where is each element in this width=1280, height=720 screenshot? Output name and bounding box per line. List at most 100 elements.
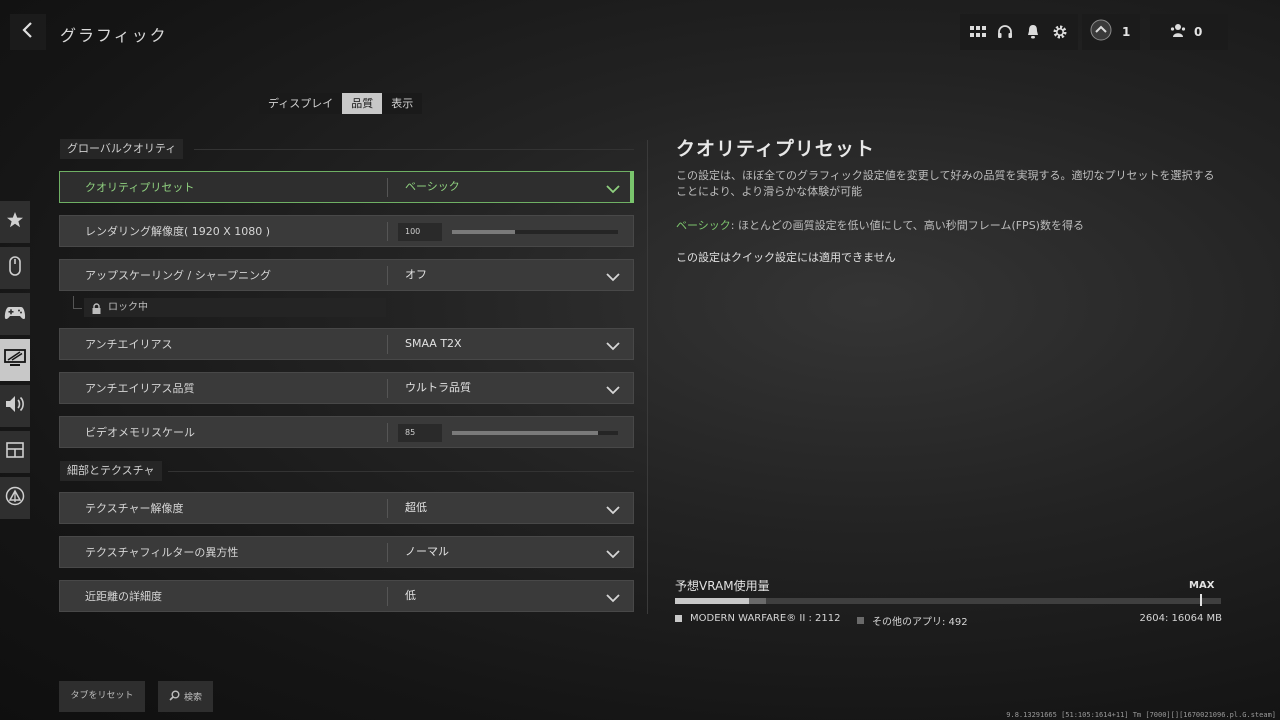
friends-widget[interactable]: 0 [1150, 14, 1228, 50]
setting-video-memory-scale[interactable]: ビデオメモリスケール 85 [59, 416, 634, 448]
section-divider [168, 471, 634, 472]
tab-quality[interactable]: 品質 [342, 93, 383, 114]
preset-text: : ほとんどの画質設定を低い値にして、高い秒間フレーム(FPS)数を得る [730, 219, 1084, 232]
setting-value: 低 [405, 589, 416, 602]
vram-label: 予想VRAM使用量 [675, 579, 770, 593]
render-resolution-slider[interactable] [452, 230, 618, 234]
row-divider [387, 379, 388, 398]
sidebar-item-favorites[interactable] [0, 201, 30, 243]
setting-value: ベーシック [405, 180, 460, 193]
setting-texture-resolution[interactable]: テクスチャー解像度 超低 [59, 492, 634, 524]
selection-accent [630, 171, 634, 203]
setting-value: 超低 [405, 501, 427, 514]
setting-upscaling-sharpening[interactable]: アップスケーリング / シャープニング オフ [59, 259, 634, 291]
setting-label: アンチエイリアス品質 [85, 382, 195, 395]
row-divider [387, 266, 388, 285]
monitor-icon [4, 349, 26, 371]
search-button[interactable]: 検索 [158, 681, 213, 712]
friends-count: 0 [1194, 25, 1203, 39]
setting-anti-aliasing[interactable]: アンチエイリアス SMAA T2X [59, 328, 634, 360]
slider-fill [452, 230, 516, 234]
mouse-icon [9, 256, 21, 280]
row-divider [387, 335, 388, 354]
sidebar-item-network[interactable] [0, 477, 30, 519]
page-title: グラフィック [60, 26, 168, 45]
section-header-global-quality: グローバルクオリティ [60, 139, 634, 159]
sidebar-item-interface[interactable] [0, 431, 30, 473]
chevron-down-icon [605, 337, 621, 351]
legend-label: MODERN WARFARE® II : 2112 [690, 613, 841, 624]
legend-swatch [857, 617, 864, 624]
setting-quality-preset[interactable]: クオリティプリセット ベーシック [59, 171, 634, 203]
network-icon [5, 486, 25, 510]
tab-display[interactable]: ディスプレイ [259, 93, 342, 114]
setting-label: 近距離の詳細度 [85, 590, 162, 603]
panel-divider [647, 140, 648, 614]
slider-value-input[interactable]: 85 [398, 424, 442, 442]
vram-max-marker [1200, 594, 1202, 606]
setting-label: レンダリング解像度( 1920 X 1080 ) [85, 225, 271, 238]
star-icon [6, 211, 24, 233]
gamepad-icon [4, 305, 26, 324]
setting-anti-aliasing-quality[interactable]: アンチエイリアス品質 ウルトラ品質 [59, 372, 634, 404]
friends-icon [1170, 22, 1186, 42]
chevron-down-icon [605, 589, 621, 603]
legend-label: その他のアプリ: 492 [872, 617, 968, 628]
vram-bar-other [749, 598, 767, 604]
grid-apps-icon[interactable] [967, 21, 989, 43]
lock-icon [92, 302, 101, 321]
quick-settings-note: この設定はクイック設定には適用できません [676, 251, 896, 264]
row-divider [387, 543, 388, 562]
sidebar-item-graphics[interactable] [0, 339, 30, 381]
setting-value: オフ [405, 268, 427, 281]
setting-label: ビデオメモリスケール [85, 426, 195, 439]
row-divider [387, 499, 388, 518]
row-divider [387, 423, 388, 442]
legend-swatch [675, 615, 682, 622]
row-divider [387, 222, 388, 241]
chevron-down-icon [605, 268, 621, 282]
preset-description: ベーシック: ほとんどの画質設定を低い値にして、高い秒間フレーム(FPS)数を得… [676, 217, 1084, 233]
section-divider [194, 149, 634, 150]
interface-icon [6, 442, 24, 462]
row-divider [387, 587, 388, 606]
vram-legend-other: その他のアプリ: 492 [857, 613, 968, 628]
vram-legend-mw: MODERN WARFARE® II : 2112 [675, 613, 840, 624]
search-icon [169, 690, 180, 704]
section-title: グローバルクオリティ [60, 139, 184, 159]
rank-widget[interactable]: 1 [1082, 14, 1140, 50]
gear-icon[interactable] [1049, 21, 1071, 43]
setting-value: ノーマル [405, 545, 449, 558]
chevron-down-icon [605, 545, 621, 559]
video-memory-slider[interactable] [452, 431, 618, 435]
rank-count: 1 [1122, 25, 1131, 39]
tree-connector [73, 296, 82, 309]
sidebar-item-mouse[interactable] [0, 247, 30, 289]
setting-value: ウルトラ品質 [405, 381, 471, 394]
section-title: 細部とテクスチャ [60, 461, 162, 481]
sidebar-item-controller[interactable] [0, 293, 30, 335]
slider-value-input[interactable]: 100 [398, 223, 442, 241]
headset-icon[interactable] [994, 21, 1016, 43]
back-button[interactable] [10, 14, 46, 50]
chevron-down-icon [605, 501, 621, 515]
setting-label: アンチエイリアス [85, 338, 173, 351]
build-info: 9.8.13291665 [51:105:1614+11] Tm [7000][… [1006, 711, 1276, 719]
chevron-down-icon [605, 381, 621, 395]
sidebar-item-audio[interactable] [0, 385, 30, 427]
vram-max-label: MAX [1189, 580, 1215, 591]
tab-bar: ディスプレイ 品質 表示 [259, 93, 423, 114]
setting-label: クオリティプリセット [85, 181, 195, 194]
setting-near-detail-level[interactable]: 近距離の詳細度 低 [59, 580, 634, 612]
setting-texture-filter-anisotropic[interactable]: テクスチャフィルターの異方性 ノーマル [59, 536, 634, 568]
setting-label: テクスチャフィルターの異方性 [85, 546, 239, 559]
back-chevron-icon [22, 22, 34, 42]
search-label: 検索 [183, 693, 202, 703]
setting-value: SMAA T2X [405, 337, 462, 350]
tab-view[interactable]: 表示 [382, 93, 422, 114]
row-divider [387, 178, 388, 197]
bell-icon[interactable] [1022, 21, 1044, 43]
setting-render-resolution[interactable]: レンダリング解像度( 1920 X 1080 ) 100 [59, 215, 634, 247]
reset-tab-button[interactable]: タブをリセット [59, 681, 145, 712]
header-icon-bar [960, 14, 1078, 50]
